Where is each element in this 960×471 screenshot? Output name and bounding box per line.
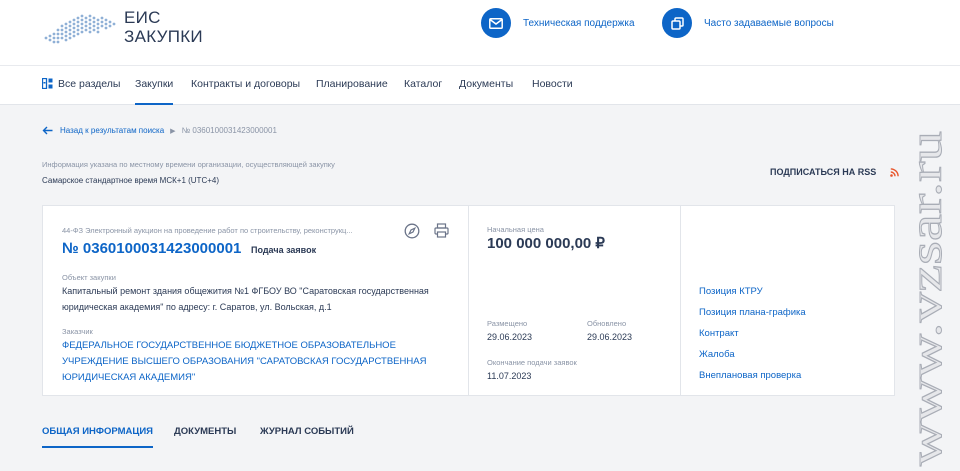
purchase-status: Подача заявок <box>251 245 317 255</box>
posted-label: Размещено <box>487 319 528 328</box>
updated-label: Обновлено <box>587 319 627 328</box>
arrow-left-icon[interactable] <box>42 126 53 135</box>
tab-event-log[interactable]: ЖУРНАЛ СОБЫТИЙ <box>260 426 354 448</box>
nav-contracts[interactable]: Контракты и договоры <box>191 66 300 105</box>
tech-support-label: Техническая поддержка <box>523 17 635 29</box>
timezone-note: Информация указана по местному времени о… <box>42 160 335 169</box>
breadcrumb-separator-icon: ▶ <box>170 127 176 135</box>
tab-documents[interactable]: ДОКУМЕНТЫ <box>174 426 236 448</box>
nav-news[interactable]: Новости <box>532 66 573 105</box>
rss-subscribe-link[interactable]: ПОДПИСАТЬСЯ НА RSS <box>770 167 900 177</box>
watermark-text: www.vzsar.ru <box>905 131 951 466</box>
logo-line-1: ЕИС <box>124 8 161 27</box>
column-divider <box>468 206 469 395</box>
faq-label: Часто задаваемые вопросы <box>704 17 834 29</box>
customer-link[interactable]: ФЕДЕРАЛЬНОЕ ГОСУДАРСТВЕННОЕ БЮДЖЕТНОЕ ОБ… <box>62 338 442 386</box>
back-to-results-link[interactable]: Назад к результатам поиска <box>60 126 164 135</box>
faq-link[interactable]: Часто задаваемые вопросы <box>662 6 834 40</box>
nav-documents[interactable]: Документы <box>459 66 513 105</box>
nav-planning[interactable]: Планирование <box>316 66 388 105</box>
tab-general-info[interactable]: ОБЩАЯ ИНФОРМАЦИЯ <box>42 426 153 448</box>
price-value: 100 000 000,00 ₽ <box>487 235 605 252</box>
faq-icon <box>662 8 692 38</box>
site-header: ЕИС ЗАКУПКИ Техническая поддержка Часто … <box>0 0 960 65</box>
eis-logo[interactable]: ЕИС ЗАКУПКИ <box>42 8 203 48</box>
breadcrumb-current: № 0360100031423000001 <box>181 126 277 135</box>
mail-icon <box>481 8 511 38</box>
compass-icon[interactable] <box>404 223 420 239</box>
nav-all-sections-label: Все разделы <box>58 78 121 90</box>
contract-link[interactable]: Контракт <box>699 328 739 339</box>
customer-label: Заказчик <box>62 327 93 336</box>
site-watermark: www.vzsar.ru <box>905 131 952 467</box>
tech-support-link[interactable]: Техническая поддержка <box>481 6 635 40</box>
rss-icon <box>890 167 900 177</box>
rss-label: ПОДПИСАТЬСЯ НА RSS <box>770 167 877 177</box>
object-value: Капитальный ремонт здания общежития №1 Ф… <box>62 286 429 312</box>
object-label: Объект закупки <box>62 273 116 282</box>
logo-line-2: ЗАКУПКИ <box>124 27 203 46</box>
purchase-card: 44-ФЗ Электронный аукцион на проведение … <box>42 205 895 396</box>
updated-value: 29.06.2023 <box>587 332 633 342</box>
price-label: Начальная цена <box>487 225 544 234</box>
russia-map-icon <box>44 14 116 44</box>
logo-wordmark: ЕИС ЗАКУПКИ <box>124 8 203 46</box>
unscheduled-inspection-link[interactable]: Внеплановая проверка <box>699 370 801 381</box>
sections-grid-icon <box>42 77 53 89</box>
column-divider <box>680 206 681 395</box>
breadcrumb: Назад к результатам поиска ▶ № 036010003… <box>42 126 277 135</box>
main-nav: Все разделы Закупки Контракты и договоры… <box>0 65 960 105</box>
nav-catalog[interactable]: Каталог <box>404 66 442 105</box>
nav-all-sections[interactable]: Все разделы <box>42 66 120 105</box>
purchase-type: 44-ФЗ Электронный аукцион на проведение … <box>62 226 353 235</box>
ktru-position-link[interactable]: Позиция КТРУ <box>699 286 763 297</box>
nav-purchases[interactable]: Закупки <box>135 66 174 105</box>
purchase-number: № 0360100031423000001 <box>62 240 242 257</box>
deadline-label: Окончание подачи заявок <box>487 358 577 367</box>
plan-schedule-link[interactable]: Позиция плана-графика <box>699 307 806 318</box>
timezone-value: Самарское стандартное время МСК+1 (UTC+4… <box>42 176 219 185</box>
posted-value: 29.06.2023 <box>487 332 533 342</box>
print-icon[interactable] <box>434 223 449 238</box>
deadline-value: 11.07.2023 <box>487 371 532 381</box>
complaint-link[interactable]: Жалоба <box>699 349 735 360</box>
